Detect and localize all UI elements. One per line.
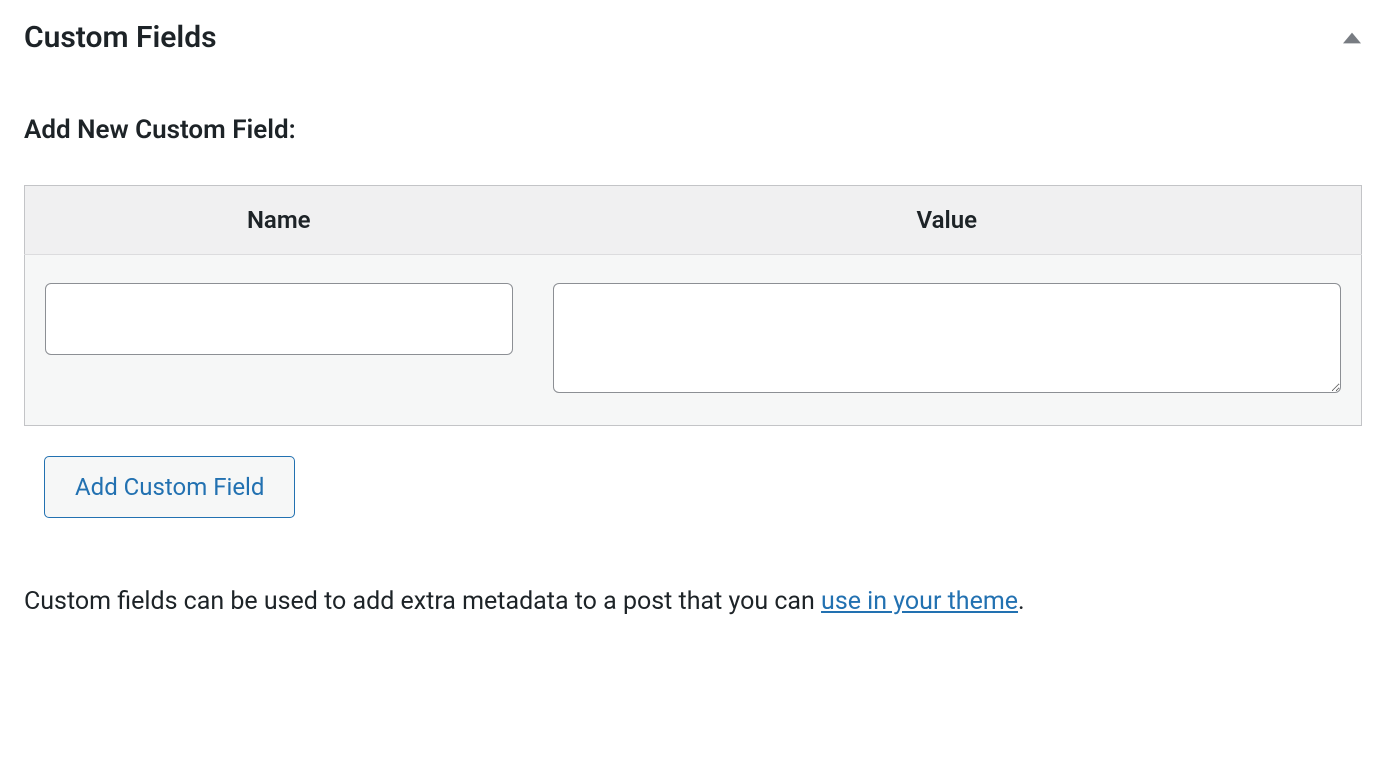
chevron-up-icon <box>1343 32 1361 44</box>
value-textarea[interactable] <box>553 283 1341 393</box>
custom-fields-table: Name Value <box>24 185 1362 426</box>
custom-fields-panel: Custom Fields Add New Custom Field: Name… <box>0 0 1386 646</box>
help-text-before: Custom fields can be used to add extra m… <box>24 587 821 616</box>
add-custom-field-button[interactable]: Add Custom Field <box>44 456 295 518</box>
panel-header: Custom Fields <box>24 20 1362 55</box>
help-text: Custom fields can be used to add extra m… <box>24 578 1362 626</box>
use-in-theme-link[interactable]: use in your theme <box>821 587 1018 616</box>
table-row <box>25 255 1362 426</box>
add-new-heading: Add New Custom Field: <box>24 115 1362 145</box>
collapse-toggle[interactable] <box>1342 28 1362 48</box>
help-text-after: . <box>1018 587 1025 616</box>
add-button-wrap: Add Custom Field <box>44 456 1362 518</box>
column-header-name: Name <box>25 186 533 255</box>
column-header-value: Value <box>533 186 1362 255</box>
panel-title: Custom Fields <box>24 20 217 55</box>
name-input[interactable] <box>45 283 513 355</box>
